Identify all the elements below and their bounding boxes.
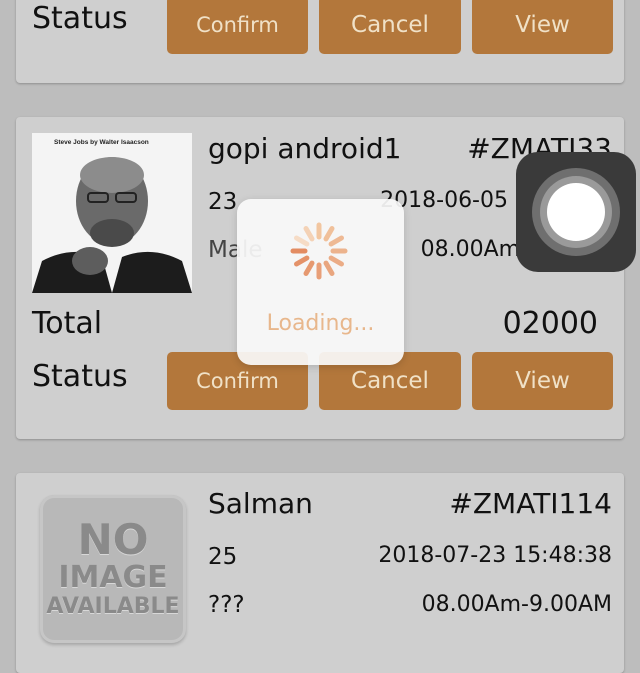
view-button[interactable]: View [472, 0, 613, 54]
photo-caption: Steve Jobs by Walter Isaacson [54, 139, 149, 146]
customer-age: 23 [208, 189, 238, 215]
profile-photo: Steve Jobs by Walter Isaacson [32, 133, 192, 293]
total-value: 02000 [502, 306, 598, 341]
order-id: #ZMATI114 [449, 487, 612, 520]
customer-age: 25 [208, 544, 238, 570]
cancel-button[interactable]: Cancel [319, 0, 461, 54]
no-image-placeholder: NO IMAGE AVAILABLE [40, 495, 186, 643]
no-image-line3: AVAILABLE [46, 594, 180, 619]
booking-card: NO IMAGE AVAILABLE Salman #ZMATI114 25 2… [16, 473, 624, 673]
customer-name: gopi android1 [208, 132, 402, 165]
assistive-touch-icon [532, 168, 620, 256]
loading-dialog: Loading... [237, 199, 404, 365]
total-label: Total [32, 306, 103, 341]
no-image-line2: IMAGE [58, 560, 168, 595]
view-button[interactable]: View [472, 352, 613, 410]
time-slot: 08.00Am- [420, 237, 528, 262]
status-label: Status [32, 359, 128, 394]
status-label: Status [32, 1, 128, 36]
no-image-line1: NO [77, 515, 149, 564]
assistive-touch-button[interactable] [516, 152, 636, 272]
booking-card: Status Confirm Cancel View [16, 0, 624, 83]
customer-name: Salman [208, 487, 313, 520]
booking-date: 2018-07-23 15:48:38 [378, 543, 612, 568]
spinner-icon [290, 222, 348, 280]
customer-gender: ??? [208, 592, 245, 618]
confirm-button[interactable]: Confirm [167, 0, 308, 54]
loading-text: Loading... [266, 311, 375, 336]
time-slot: 08.00Am-9.00AM [421, 592, 612, 617]
